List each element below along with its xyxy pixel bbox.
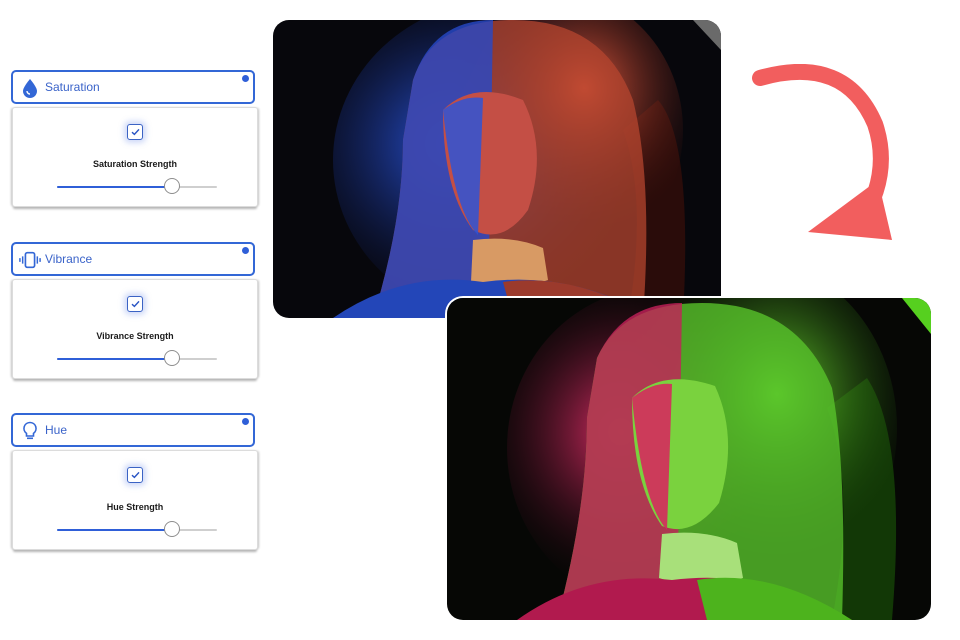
vibrance-checkbox[interactable] [127, 296, 143, 312]
slider-fill [57, 186, 173, 188]
active-indicator-dot [242, 418, 249, 425]
slider-thumb[interactable] [164, 178, 181, 194]
slider-fill [57, 358, 173, 360]
hue-header[interactable]: Hue [11, 413, 255, 447]
lightbulb-icon [19, 421, 41, 441]
checkmark-icon [131, 300, 140, 308]
checkmark-icon [131, 471, 140, 479]
hue-strength-label: Hue Strength [106, 502, 164, 512]
saturation-strength-slider[interactable] [57, 178, 217, 196]
vibrance-panel: Vibrance Strength [12, 279, 258, 379]
hue-label: Hue [45, 423, 68, 437]
photo-after-edit [447, 298, 931, 620]
active-indicator-dot [242, 247, 249, 254]
vibrance-header[interactable]: Vibrance [11, 242, 255, 276]
hue-checkbox[interactable] [127, 467, 143, 483]
slider-fill [57, 529, 173, 531]
slider-thumb[interactable] [164, 350, 181, 366]
water-drop-icon [19, 78, 41, 98]
saturation-header[interactable]: Saturation [11, 70, 255, 104]
slider-thumb[interactable] [164, 521, 181, 537]
vibrate-icon [19, 250, 41, 270]
vibrance-label: Vibrance [45, 252, 93, 266]
vibrance-strength-label: Vibrance Strength [96, 331, 174, 341]
curved-arrow-down-icon [750, 63, 900, 276]
saturation-strength-label: Saturation Strength [92, 159, 177, 169]
hue-panel: Hue Strength [12, 450, 258, 550]
checkmark-icon [131, 128, 140, 136]
active-indicator-dot [242, 75, 249, 82]
photo-before-edit [273, 20, 721, 318]
saturation-checkbox[interactable] [127, 124, 143, 140]
hue-strength-slider[interactable] [57, 521, 217, 539]
saturation-label: Saturation [45, 80, 100, 94]
saturation-panel: Saturation Strength [12, 107, 258, 207]
vibrance-strength-slider[interactable] [57, 350, 217, 368]
